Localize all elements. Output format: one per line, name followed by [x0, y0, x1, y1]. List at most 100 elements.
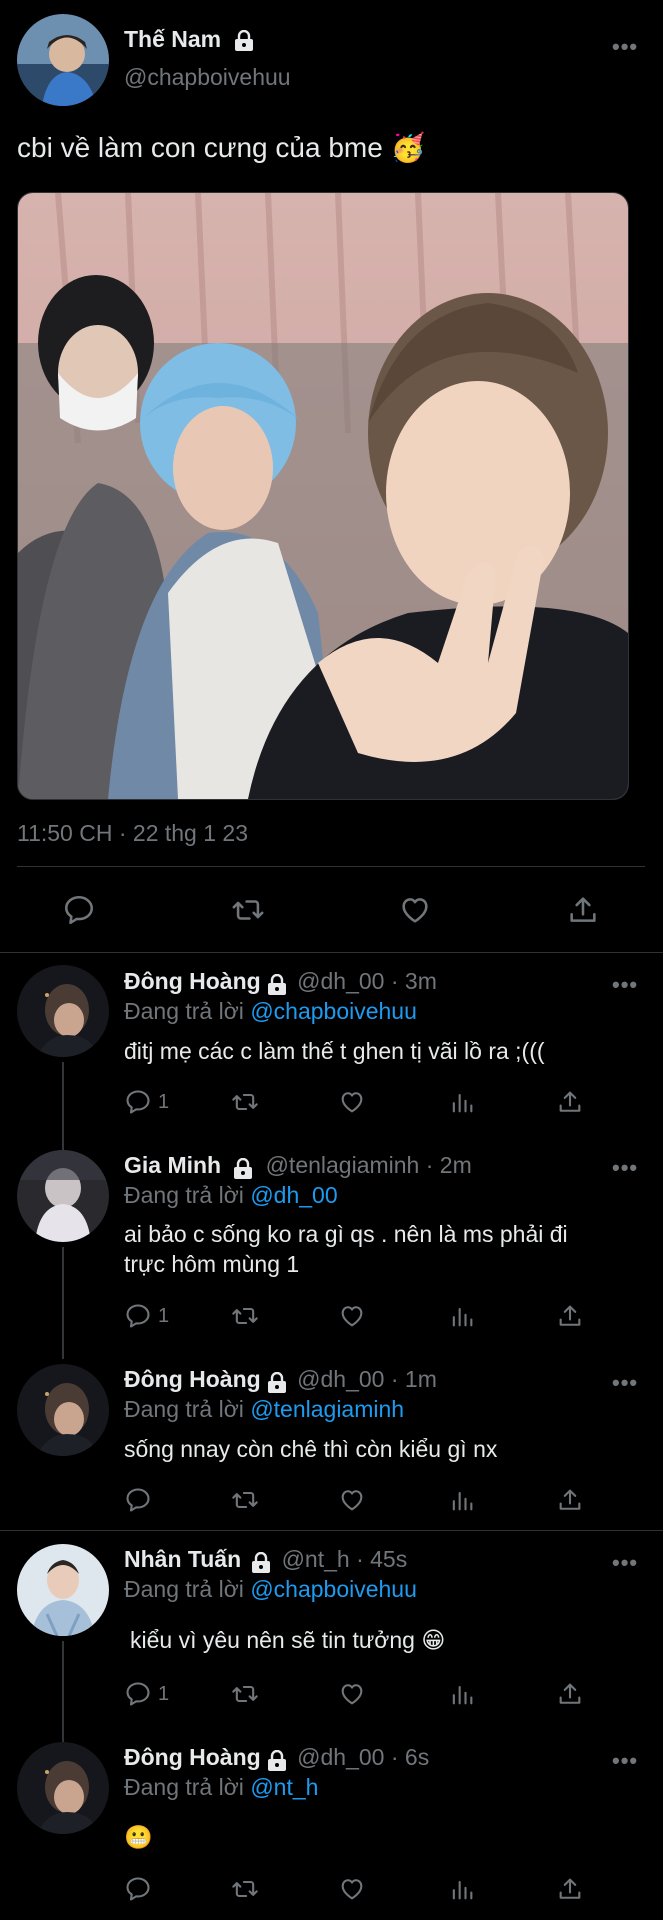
lock-icon	[267, 973, 286, 995]
mention-link[interactable]: @tenlagiaminh	[250, 1396, 404, 1422]
thread-line	[62, 1062, 64, 1150]
more-options-icon[interactable]: •••	[612, 1155, 638, 1181]
share-button[interactable]	[556, 1875, 584, 1903]
mention-link[interactable]: @chapboivehuu	[250, 998, 417, 1024]
reply-text-line-2: trực hôm mùng 1	[124, 1251, 300, 1277]
share-icon	[559, 1878, 581, 1899]
like-button[interactable]	[338, 1875, 366, 1903]
reply-icon	[126, 1304, 150, 1328]
share-button[interactable]	[556, 1680, 584, 1708]
heart-icon	[402, 898, 428, 923]
analytics-icon	[452, 1307, 473, 1327]
analytics-button[interactable]	[448, 1302, 476, 1330]
retweet-button[interactable]	[230, 1680, 260, 1708]
tweet-photo[interactable]	[17, 192, 629, 800]
heart-icon	[341, 1306, 363, 1327]
reply-author-name[interactable]: Nhân Tuấn	[124, 1546, 241, 1572]
analytics-button[interactable]	[448, 1088, 476, 1116]
reply-header: Nhân Tuấn @nt_h · 45s	[124, 1546, 407, 1574]
lock-icon	[267, 1749, 286, 1771]
thread-line	[62, 1641, 64, 1743]
reply-icon	[126, 1682, 150, 1706]
analytics-icon	[452, 1880, 473, 1900]
author-name[interactable]: Thế Nam	[124, 26, 254, 53]
main-reply-button[interactable]	[62, 893, 96, 932]
reply-button[interactable]	[124, 1486, 152, 1514]
like-button[interactable]	[338, 1302, 366, 1330]
more-options-icon[interactable]: •••	[612, 1550, 638, 1576]
reply-actions: 1	[124, 1302, 594, 1334]
share-button[interactable]	[556, 1486, 584, 1514]
reply-handle[interactable]: @nt_h · 45s	[282, 1546, 408, 1572]
reply-icon	[126, 1090, 150, 1114]
lock-icon	[267, 1371, 286, 1393]
avatar-dong-hoang[interactable]	[17, 1364, 109, 1456]
reply-header: Gia Minh @tenlagiaminh · 2m	[124, 1152, 472, 1180]
reply-author-name[interactable]: Đông Hoàng	[124, 1366, 261, 1392]
replying-to: Đang trả lời @nt_h	[124, 1774, 319, 1800]
reply-handle[interactable]: @dh_00 · 6s	[297, 1744, 429, 1770]
reply-button[interactable]: 1	[124, 1088, 169, 1116]
reply-author-name[interactable]: Gia Minh	[124, 1152, 221, 1178]
retweet-icon	[232, 1093, 258, 1111]
reply-actions: 1	[124, 1088, 594, 1120]
reply-icon	[64, 895, 94, 925]
analytics-icon	[452, 1093, 473, 1113]
share-icon	[559, 1091, 581, 1112]
tweet-timestamp[interactable]: 11:50 CH · 22 thg 1 23	[17, 820, 248, 847]
avatar-dong-hoang[interactable]	[17, 965, 109, 1057]
more-options-icon[interactable]: •••	[612, 1370, 638, 1396]
retweet-button[interactable]	[230, 1486, 260, 1514]
like-button[interactable]	[338, 1088, 366, 1116]
party-face-emoji: 🥳	[390, 132, 426, 163]
main-share-button[interactable]	[566, 893, 600, 932]
mention-link[interactable]: @chapboivehuu	[250, 1576, 417, 1602]
avatar-nhan-tuan[interactable]	[17, 1544, 109, 1636]
retweet-button[interactable]	[230, 1088, 260, 1116]
reply-actions	[124, 1486, 594, 1518]
author-handle[interactable]: @chapboivehuu	[124, 64, 291, 91]
reply-handle[interactable]: @dh_00 · 1m	[297, 1366, 437, 1392]
reply-button[interactable]: 1	[124, 1302, 169, 1330]
avatar-gia-minh[interactable]	[17, 1150, 109, 1242]
reply-text-line-1: ai bảo c sống ko ra gì qs . nên là ms ph…	[124, 1221, 568, 1247]
lock-icon	[234, 29, 253, 51]
retweet-button[interactable]	[230, 1875, 260, 1903]
thread-line	[62, 1247, 64, 1359]
reply-handle[interactable]: @dh_00 · 3m	[297, 968, 437, 994]
like-button[interactable]	[338, 1486, 366, 1514]
reply-author-name[interactable]: Đông Hoàng	[124, 968, 261, 994]
mention-link[interactable]: @dh_00	[250, 1182, 337, 1208]
reply-header: Đông Hoàng @dh_00 · 6s	[124, 1744, 429, 1772]
divider	[17, 866, 645, 867]
reply-text: đitj mẹ các c làm thế t ghen tị vãi lồ r…	[124, 1038, 545, 1064]
retweet-button[interactable]	[230, 1302, 260, 1330]
retweet-icon	[232, 1880, 258, 1898]
analytics-button[interactable]	[448, 1486, 476, 1514]
heart-icon	[341, 1684, 363, 1705]
reply-text: kiểu vì yêu nên sẽ tin tưởng 😁	[130, 1627, 446, 1653]
reply-author-name[interactable]: Đông Hoàng	[124, 1744, 261, 1770]
reply-actions: 1	[124, 1680, 594, 1712]
share-icon	[559, 1683, 581, 1704]
share-button[interactable]	[556, 1088, 584, 1116]
mention-link[interactable]: @nt_h	[250, 1774, 318, 1800]
like-button[interactable]	[338, 1680, 366, 1708]
reply-button[interactable]	[124, 1875, 152, 1903]
more-options-icon[interactable]: •••	[612, 1748, 638, 1774]
avatar-the-nam[interactable]	[17, 14, 109, 106]
analytics-button[interactable]	[448, 1875, 476, 1903]
avatar-dong-hoang[interactable]	[17, 1742, 109, 1834]
analytics-icon	[452, 1491, 473, 1511]
analytics-button[interactable]	[448, 1680, 476, 1708]
main-like-button[interactable]	[398, 893, 432, 932]
grinning-face-emoji: 😁	[421, 1627, 446, 1653]
more-options-icon[interactable]: •••	[612, 972, 638, 998]
replying-to: Đang trả lời @dh_00	[124, 1182, 338, 1208]
grimacing-face-emoji: 😬	[124, 1824, 153, 1850]
reply-button[interactable]: 1	[124, 1680, 169, 1708]
main-retweet-button[interactable]	[230, 893, 266, 932]
share-button[interactable]	[556, 1302, 584, 1330]
reply-handle[interactable]: @tenlagiaminh · 2m	[266, 1152, 472, 1178]
more-options-icon[interactable]: •••	[612, 34, 638, 60]
